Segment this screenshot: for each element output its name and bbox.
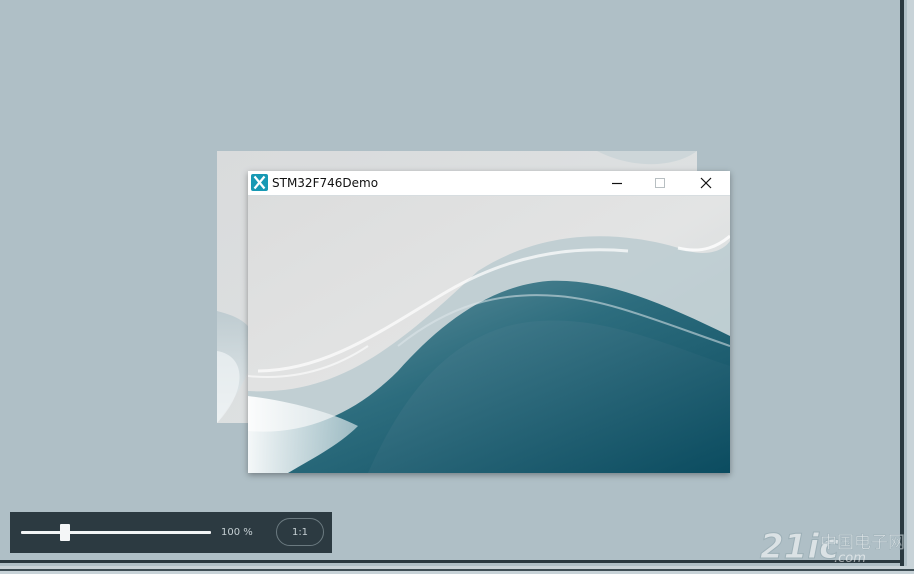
minimize-button[interactable] <box>595 171 639 195</box>
title-bar[interactable]: STM32F746Demo <box>248 171 730 196</box>
frame-edge-bottom-line <box>0 569 914 571</box>
svg-text:.com: .com <box>834 551 866 566</box>
minimize-icon <box>612 182 622 185</box>
app-window[interactable]: STM32F746Demo <box>248 171 730 473</box>
maximize-button[interactable] <box>638 171 682 195</box>
zoom-toolbar: 100 % 1:1 <box>10 512 332 553</box>
close-icon <box>700 177 712 189</box>
window-title: STM32F746Demo <box>272 176 379 190</box>
zoom-slider-thumb[interactable] <box>59 524 70 541</box>
desktop-background: STM32F746Demo 100 % 1:1 21ic 中国电子网 .com <box>0 0 914 574</box>
watermark-logo: 21ic 中国电子网 .com <box>758 526 908 568</box>
frame-edge-right <box>900 0 904 566</box>
app-x-icon <box>251 174 268 191</box>
close-button[interactable] <box>684 171 728 195</box>
frame-edge-right-light <box>907 0 914 574</box>
svg-text:中国电子网: 中国电子网 <box>820 533 905 553</box>
maximize-icon <box>655 178 665 188</box>
zoom-reset-button[interactable]: 1:1 <box>276 518 324 546</box>
zoom-level-label: 100 % <box>221 527 253 538</box>
zoom-reset-label: 1:1 <box>291 526 309 538</box>
zoom-slider-track[interactable] <box>21 531 211 534</box>
app-wallpaper <box>248 196 730 473</box>
